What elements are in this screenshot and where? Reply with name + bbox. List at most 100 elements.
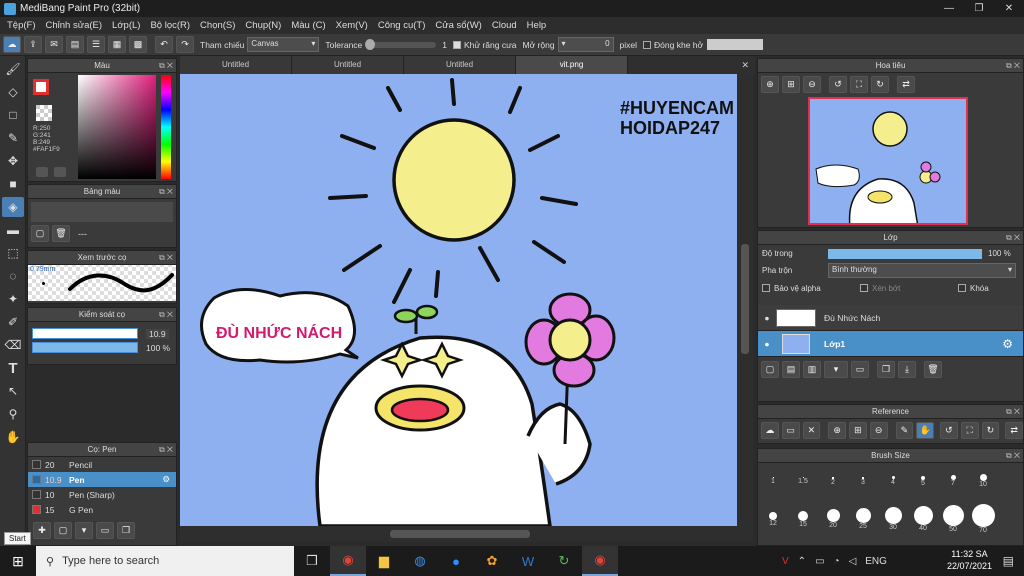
brush-item[interactable]: 15 G Pen [28, 502, 176, 517]
select-rect-icon[interactable]: ⬚ [2, 243, 24, 263]
menu-layer[interactable]: Lớp(L) [107, 20, 145, 31]
rotate-left-icon[interactable]: ↺ [829, 76, 847, 93]
new-halftone-layer-icon[interactable]: ▤ [782, 361, 800, 378]
menu-window[interactable]: Cửa sổ(W) [430, 20, 486, 31]
add-brush-icon[interactable]: ✚ [33, 522, 51, 539]
new-palette-icon[interactable]: ▢ [31, 225, 49, 242]
drawing-canvas[interactable]: #HUYENCAM HOIDAP247 ĐÙ NHỨC NÁCH [180, 74, 737, 526]
primary-color-swatch[interactable] [33, 79, 49, 95]
gap-checkbox[interactable] [643, 40, 652, 49]
word-icon[interactable]: W [510, 546, 546, 576]
list-icon[interactable]: ☰ [87, 36, 105, 53]
cloud-icon[interactable]: ☁ [3, 36, 21, 53]
reference-select[interactable]: Canvas ▾ [247, 37, 320, 52]
brush-size-cell[interactable]: 5 [908, 463, 938, 499]
network-icon[interactable]: ◔ [834, 556, 840, 567]
brush-size-cell[interactable]: 70 [968, 499, 998, 539]
eraser-tool-icon[interactable]: ◇ [2, 82, 24, 102]
palette-area[interactable] [31, 202, 173, 222]
brush-size-cell[interactable]: 1 [758, 463, 788, 499]
dropper-tool-icon[interactable]: ⚲ [2, 404, 24, 424]
chevron-up-icon[interactable]: ⌃ [798, 556, 806, 567]
move-tool-icon[interactable]: ✥ [2, 151, 24, 171]
layer-settings-icon[interactable]: ⚙ [1002, 337, 1013, 351]
zoom-icon[interactable]: ● [438, 546, 474, 576]
reference-dropper-icon[interactable]: ✎ [895, 422, 914, 439]
grid-icon[interactable]: ▩ [129, 36, 147, 53]
language-indicator[interactable]: ENG [865, 556, 887, 567]
volume-icon[interactable]: ◁ [849, 556, 857, 567]
new-8bit-layer-icon[interactable]: ▥ [803, 361, 821, 378]
blend-mode-select[interactable]: Bình thường ▾ [828, 263, 1016, 278]
protect-alpha-checkbox[interactable] [762, 284, 770, 292]
hand-tool-icon[interactable]: ✋ [2, 427, 24, 447]
reference-zoom-in-icon[interactable]: ⊕ [828, 422, 846, 439]
brush-size-cell[interactable]: 2 [818, 463, 848, 499]
reference-flip-icon[interactable]: ⇄ [1005, 422, 1023, 439]
task-view-icon[interactable]: ❒ [294, 546, 330, 576]
menu-capture[interactable]: Chụp(N) [240, 20, 286, 31]
reference-rotate-right-icon[interactable]: ↻ [981, 422, 1000, 439]
tab-close-icon[interactable]: ✕ [741, 56, 749, 74]
tab-untitled-2[interactable]: Untitled [292, 56, 404, 74]
color-mode-icon[interactable] [36, 167, 48, 177]
menu-filter[interactable]: Bộ lọc(R) [145, 20, 195, 31]
menu-select[interactable]: Chọn(S) [195, 20, 240, 31]
battery-icon[interactable]: ▭ [815, 556, 824, 567]
menu-view[interactable]: Xem(V) [331, 20, 373, 31]
pen-tool-icon[interactable]: ✎ [2, 128, 24, 148]
reference-fullscreen-icon[interactable]: ⛶ [960, 422, 979, 439]
brush-opacity-slider[interactable] [32, 342, 138, 353]
rectangle-tool-icon[interactable]: □ [2, 105, 24, 125]
reference-zoom-out-icon[interactable]: ⊖ [869, 422, 888, 439]
secondary-color-swatch[interactable] [36, 105, 52, 121]
vivaldi-tray-icon[interactable]: V [782, 556, 789, 567]
brush-tool-icon[interactable]: 🖌 [2, 59, 24, 79]
color-picker-field[interactable] [78, 75, 156, 179]
reference-open-icon[interactable]: ▭ [781, 422, 800, 439]
brush-size-cell[interactable]: 20 [818, 499, 848, 539]
brush-size-cell[interactable]: 25 [848, 499, 878, 539]
new-layer-icon[interactable]: ▢ [761, 361, 779, 378]
layer-visibility-icon[interactable]: ● [758, 313, 776, 323]
brush-size-cell[interactable]: 50 [938, 499, 968, 539]
gradient-tool-icon[interactable]: ▬ [2, 220, 24, 240]
layer-folder-icon[interactable]: ▭ [851, 361, 869, 378]
brush-size-cell[interactable]: 40 [908, 499, 938, 539]
flip-icon[interactable]: ⇄ [897, 76, 915, 93]
brush-size-cell[interactable]: 1.5 [788, 463, 818, 499]
layer-row[interactable]: ● Đù Nhức Nách [758, 305, 1023, 331]
brush-size-cell[interactable]: 4 [878, 463, 908, 499]
magic-wand-icon[interactable]: ✦ [2, 289, 24, 309]
select-pen-icon[interactable]: ✐ [2, 312, 24, 332]
panel-icon[interactable]: ▦ [108, 36, 126, 53]
close-button[interactable]: ✕ [994, 0, 1024, 17]
folder-icon[interactable]: ▭ [96, 522, 114, 539]
menu-edit[interactable]: Chỉnh sửa(E) [41, 20, 108, 31]
windows-start-icon[interactable]: ⊞ [0, 546, 36, 576]
refresh-app-icon[interactable]: ↻ [546, 546, 582, 576]
brush-size-cell[interactable]: 30 [878, 499, 908, 539]
reference-fit-icon[interactable]: ⊞ [849, 422, 867, 439]
menu-cloud[interactable]: Cloud [487, 20, 522, 31]
minimize-button[interactable]: — [934, 0, 964, 17]
copy-brush-icon[interactable]: ❐ [117, 522, 135, 539]
clip-checkbox[interactable] [860, 284, 868, 292]
paint-icon[interactable]: ✿ [474, 546, 510, 576]
menu-tools[interactable]: Công cụ(T) [373, 20, 431, 31]
text-tool-icon[interactable]: T [2, 358, 24, 378]
brush-item[interactable]: 10 Pen (Sharp) [28, 487, 176, 502]
reference-hand-icon[interactable]: ✋ [916, 422, 934, 439]
reference-close-icon[interactable]: ✕ [802, 422, 821, 439]
new-brush-icon[interactable]: ▢ [54, 522, 72, 539]
menu-file[interactable]: Tệp(F) [2, 20, 41, 31]
layer-row-selected[interactable]: ● Lớp1 ⚙ [758, 331, 1023, 357]
brush-item-selected[interactable]: 10.9 Pen ⚙ [28, 472, 176, 487]
lasso-tool-icon[interactable]: ◌ [2, 266, 24, 286]
fullscreen-icon[interactable]: ⛶ [850, 76, 868, 93]
zoom-out-icon[interactable]: ⊖ [803, 76, 821, 93]
rotate-right-icon[interactable]: ↻ [871, 76, 889, 93]
menu-help[interactable]: Help [522, 20, 552, 31]
medibang-taskbar-icon[interactable]: ◉ [582, 546, 618, 576]
canvas-horizontal-scrollbar[interactable] [180, 526, 753, 542]
